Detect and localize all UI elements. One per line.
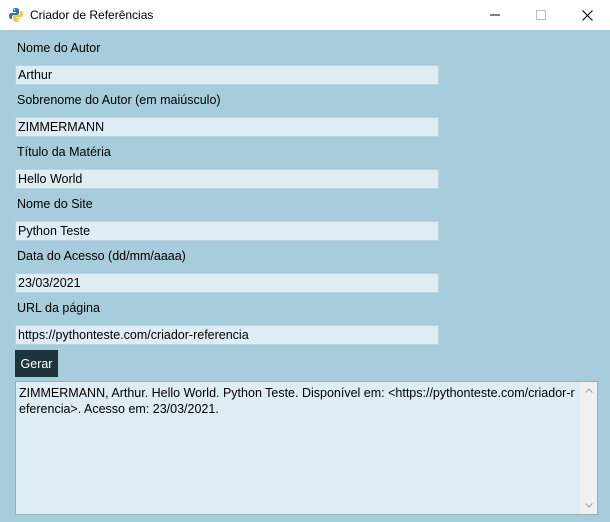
python-icon [9,8,23,22]
title-bar[interactable]: Criador de Referências [0,0,610,30]
gerar-button[interactable]: Gerar [15,350,58,377]
titulo-materia-label: Título da Matéria [17,145,111,159]
chevron-down-icon [584,503,593,508]
vertical-scrollbar[interactable] [580,382,597,514]
scroll-down-button[interactable] [580,497,597,514]
close-icon [581,9,593,21]
url-pagina-input[interactable] [15,325,439,345]
minimize-button[interactable] [472,0,518,30]
nome-autor-label: Nome do Autor [17,41,101,55]
chevron-up-icon [584,388,593,393]
maximize-icon [536,10,546,20]
nome-site-label: Nome do Site [17,197,93,211]
sobrenome-autor-label: Sobrenome do Autor (em maiúsculo) [17,93,221,107]
url-pagina-label: URL da página [17,301,100,315]
maximize-button[interactable] [518,0,564,30]
sobrenome-autor-input[interactable] [15,117,439,137]
window-title: Criador de Referências [30,8,154,22]
data-acesso-label: Data do Acesso (dd/mm/aaaa) [17,249,186,263]
data-acesso-input[interactable] [15,273,439,293]
nome-autor-input[interactable] [15,65,439,85]
close-button[interactable] [564,0,610,30]
nome-site-input[interactable] [15,221,439,241]
scroll-up-button[interactable] [580,382,597,399]
reference-output-textarea[interactable]: ZIMMERMANN, Arthur. Hello World. Python … [15,381,598,515]
reference-output-text: ZIMMERMANN, Arthur. Hello World. Python … [19,386,575,416]
minimize-icon [490,14,500,16]
titulo-materia-input[interactable] [15,169,439,189]
